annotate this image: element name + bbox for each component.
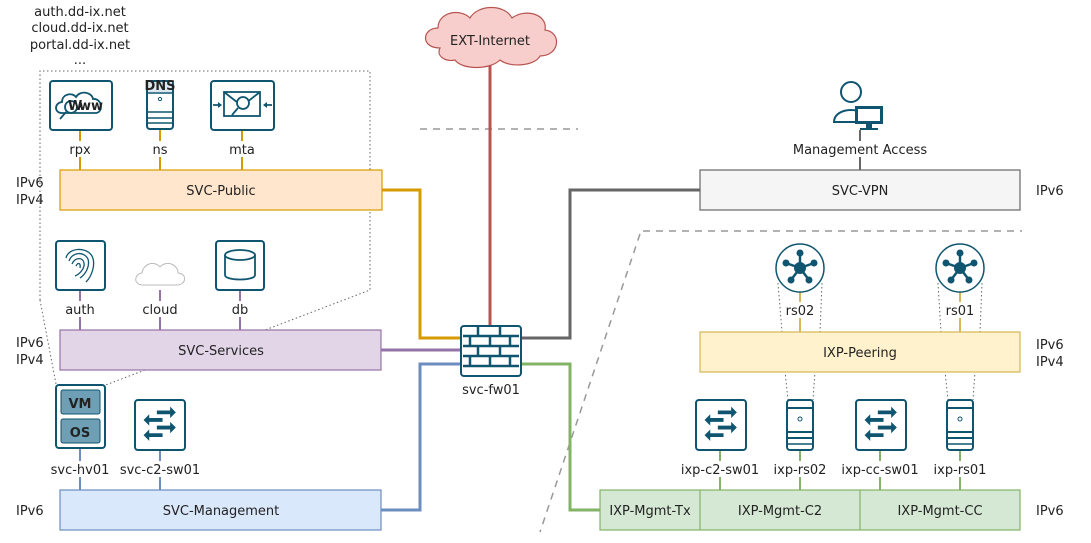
host-svc-c2-sw01[interactable]: [134, 399, 186, 451]
vpn-link: [520, 188, 700, 340]
domain-item: ...: [74, 53, 86, 68]
protocol-label: IPv6: [1036, 338, 1064, 353]
svg-text:ww: ww: [79, 99, 103, 114]
host-db[interactable]: [215, 240, 265, 291]
protocol-label: IPv6: [16, 176, 44, 191]
domain-item: portal.dd-ix.net: [30, 38, 130, 53]
switch-icon: [695, 399, 747, 451]
network-label: SVC-Management: [163, 504, 280, 519]
management-access-label: Management Access: [793, 143, 927, 158]
host-label: ixp-rs01: [934, 463, 987, 478]
server-icon: [946, 399, 974, 451]
protocol-label: IPv4: [16, 353, 44, 368]
router-hub-icon: [774, 242, 826, 294]
firewall-label: svc-fw01: [462, 383, 520, 398]
host-rpx[interactable]: Www: [49, 80, 113, 131]
svg-text:DNS: DNS: [144, 79, 175, 94]
protocol-label: IPv4: [1036, 355, 1064, 370]
host-label: svc-c2-sw01: [120, 463, 200, 478]
ixp-host-labels: ixp-c2-sw01 ixp-rs02 ixp-cc-sw01 ixp-rs0…: [681, 461, 990, 478]
protocol-label: IPv6: [1036, 184, 1064, 199]
cloud-icon: [135, 262, 186, 286]
router-hub-icon: [934, 242, 986, 294]
host-label: ixp-cc-sw01: [841, 463, 918, 478]
service-host-labels: auth cloud db: [62, 301, 251, 318]
host-label: rpx: [69, 143, 91, 158]
svg-text:OS: OS: [70, 426, 90, 441]
server-icon: [786, 399, 814, 451]
network-ixp-mgmt[interactable]: IXP-Mgmt-Tx IXP-Mgmt-C2 IXP-Mgmt-CC: [599, 489, 1021, 531]
management-link: [381, 362, 462, 512]
network-segment-ixp-mgmt-cc[interactable]: IXP-Mgmt-CC: [897, 504, 982, 519]
network-label: IXP-Peering: [823, 346, 897, 361]
host-ixp-rs02[interactable]: [786, 399, 814, 451]
firewall-icon: [460, 325, 522, 377]
host-label: auth: [65, 303, 95, 318]
host-ns[interactable]: DNS: [144, 79, 176, 130]
network-svc-services[interactable]: SVC-Services: [59, 329, 382, 371]
host-ixp-cc-sw01[interactable]: [855, 399, 907, 451]
network-segment-ixp-mgmt-tx[interactable]: IXP-Mgmt-Tx: [609, 504, 691, 519]
host-ixp-rs01[interactable]: [946, 399, 974, 451]
host-label: svc-hv01: [51, 463, 110, 478]
host-label: ixp-rs02: [774, 463, 827, 478]
switch-icon: [855, 399, 907, 451]
host-label: ixp-c2-sw01: [681, 463, 759, 478]
network-ixp-peering[interactable]: IXP-Peering: [699, 331, 1021, 373]
network-segment-ixp-mgmt-c2[interactable]: IXP-Mgmt-C2: [738, 504, 822, 519]
public-link: [382, 188, 462, 340]
host-label: mta: [229, 143, 255, 158]
network-label: SVC-VPN: [832, 184, 889, 199]
svg-text:VM: VM: [69, 397, 92, 412]
network-label: SVC-Public: [186, 184, 255, 199]
host-ixp-c2-sw01[interactable]: [695, 399, 747, 451]
management-access[interactable]: Management Access: [790, 81, 930, 158]
host-label: cloud: [142, 303, 177, 318]
switch-icon: [134, 399, 186, 451]
network-diagram: auth.dd-ix.net cloud.dd-ix.net portal.dd…: [16, 5, 1064, 533]
host-label: rs01: [946, 304, 975, 319]
internet-label: EXT-Internet: [450, 34, 530, 49]
public-host-labels: rpx ns mta: [66, 141, 260, 158]
mgmt-host-labels: svc-hv01 svc-c2-sw01: [50, 461, 200, 478]
user-workstation-icon: [832, 81, 883, 130]
host-label: db: [232, 303, 249, 318]
domain-list: auth.dd-ix.net cloud.dd-ix.net portal.dd…: [30, 5, 130, 68]
internet-cloud[interactable]: EXT-Internet: [424, 6, 557, 69]
host-mta[interactable]: [210, 80, 275, 131]
host-svc-hv01[interactable]: VM OS: [55, 384, 106, 449]
network-label: SVC-Services: [178, 344, 264, 359]
protocol-label: IPv6: [1036, 504, 1064, 519]
protocol-label: IPv6: [16, 336, 44, 351]
host-cloud[interactable]: [135, 262, 186, 286]
route-server-rs02[interactable]: [774, 242, 826, 294]
host-label: ns: [152, 143, 167, 158]
network-svc-vpn[interactable]: SVC-VPN: [699, 169, 1021, 211]
firewall-svc-fw01[interactable]: svc-fw01: [460, 325, 522, 398]
route-server-rs01[interactable]: [934, 242, 986, 294]
domain-item: cloud.dd-ix.net: [31, 21, 128, 36]
host-label: rs02: [786, 304, 815, 319]
domain-item: auth.dd-ix.net: [34, 5, 126, 20]
network-svc-management[interactable]: SVC-Management: [59, 489, 382, 531]
ixp-mgmt-link: [520, 362, 600, 512]
host-auth[interactable]: [55, 240, 106, 291]
network-svc-public[interactable]: SVC-Public: [59, 169, 383, 211]
protocol-label: IPv4: [16, 193, 44, 208]
protocol-label: IPv6: [16, 504, 44, 519]
